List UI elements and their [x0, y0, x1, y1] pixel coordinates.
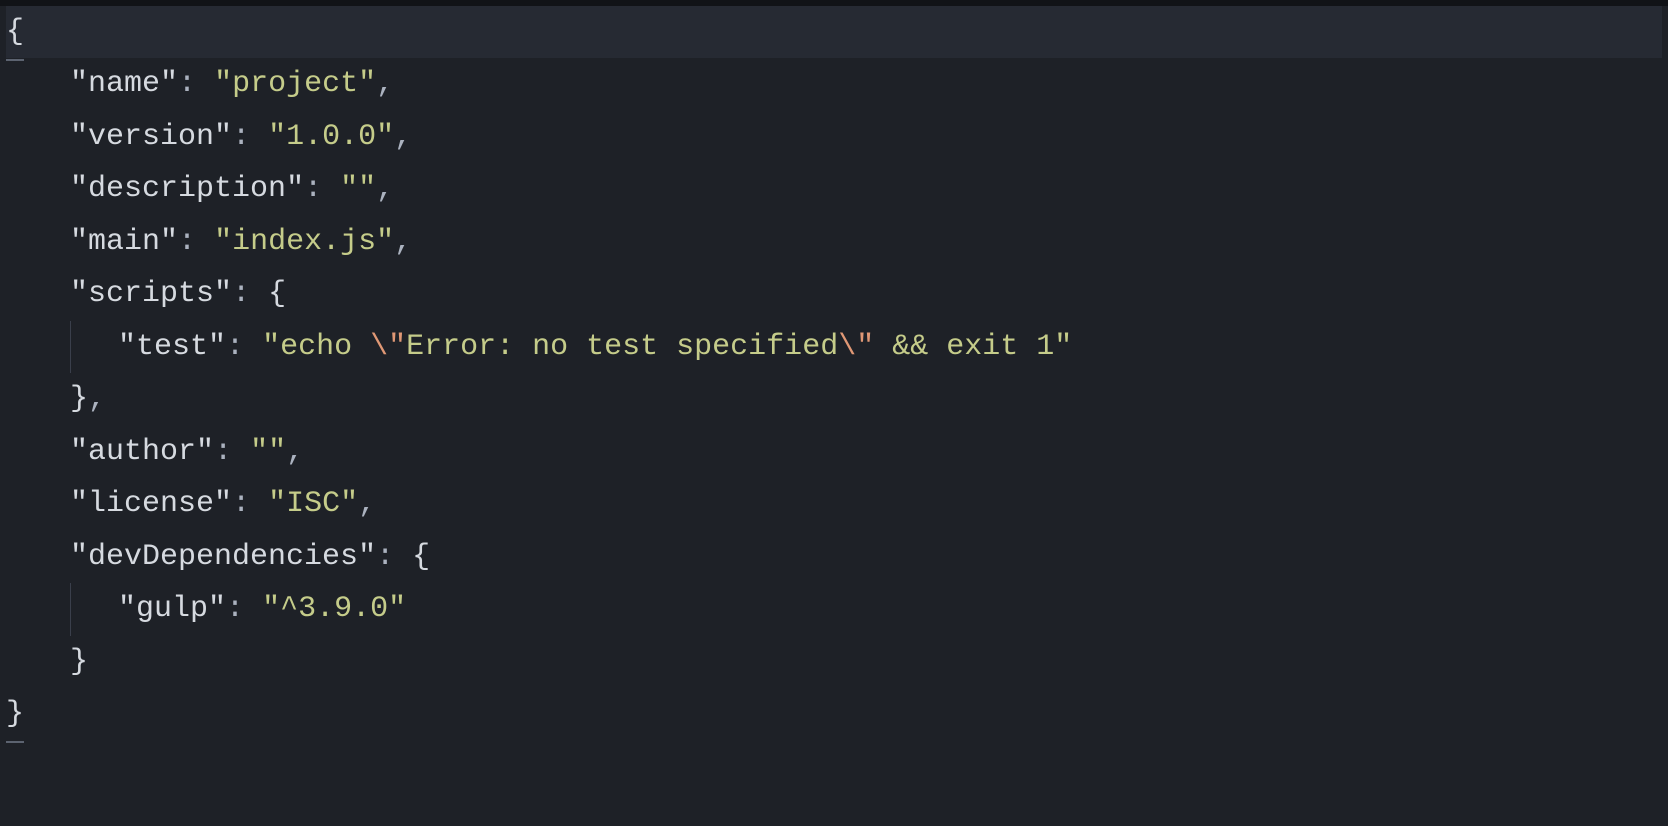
json-key: "version": [70, 120, 232, 154]
json-key: "scripts": [70, 277, 232, 311]
json-string: "ISC": [268, 487, 358, 521]
json-key: "author": [70, 435, 214, 469]
json-string: "": [340, 172, 376, 206]
json-key: "main": [70, 225, 178, 259]
json-string: "project": [214, 67, 376, 101]
json-string: "": [250, 435, 286, 469]
brace-close: }: [6, 688, 24, 741]
code-editor[interactable]: { "name": "project", "version": "1.0.0",…: [0, 0, 1668, 826]
json-key: "test": [118, 330, 226, 364]
code-line[interactable]: },: [6, 373, 1662, 426]
code-line[interactable]: "devDependencies": {: [6, 531, 1662, 584]
code-line[interactable]: "name": "project",: [6, 58, 1662, 111]
brace-close: }: [70, 645, 88, 679]
code-line[interactable]: {: [6, 6, 1662, 58]
escape-sequence: \": [838, 330, 874, 364]
code-line[interactable]: "author": "",: [6, 426, 1662, 479]
json-string: "^3.9.0": [262, 592, 406, 626]
code-area[interactable]: { "name": "project", "version": "1.0.0",…: [0, 6, 1668, 741]
json-key: "name": [70, 67, 178, 101]
brace-close: }: [70, 382, 88, 416]
code-line[interactable]: "main": "index.js",: [6, 216, 1662, 269]
code-line[interactable]: }: [6, 688, 1662, 741]
code-line[interactable]: "gulp": "^3.9.0": [70, 583, 1662, 636]
code-line[interactable]: "test": "echo \"Error: no test specified…: [70, 321, 1662, 374]
brace-open: {: [6, 6, 24, 59]
code-line[interactable]: "version": "1.0.0",: [6, 111, 1662, 164]
escape-sequence: \": [370, 330, 406, 364]
json-key: "description": [70, 172, 304, 206]
json-key: "gulp": [118, 592, 226, 626]
brace-open: {: [412, 540, 430, 574]
brace-open: {: [268, 277, 286, 311]
json-string: "echo \"Error: no test specified\" && ex…: [262, 330, 1072, 364]
json-string: "1.0.0": [268, 120, 394, 154]
json-key: "devDependencies": [70, 540, 376, 574]
code-line[interactable]: "description": "",: [6, 163, 1662, 216]
code-line[interactable]: "scripts": {: [6, 268, 1662, 321]
json-string: "index.js": [214, 225, 394, 259]
code-line[interactable]: "license": "ISC",: [6, 478, 1662, 531]
json-key: "license": [70, 487, 232, 521]
code-line[interactable]: }: [6, 636, 1662, 689]
